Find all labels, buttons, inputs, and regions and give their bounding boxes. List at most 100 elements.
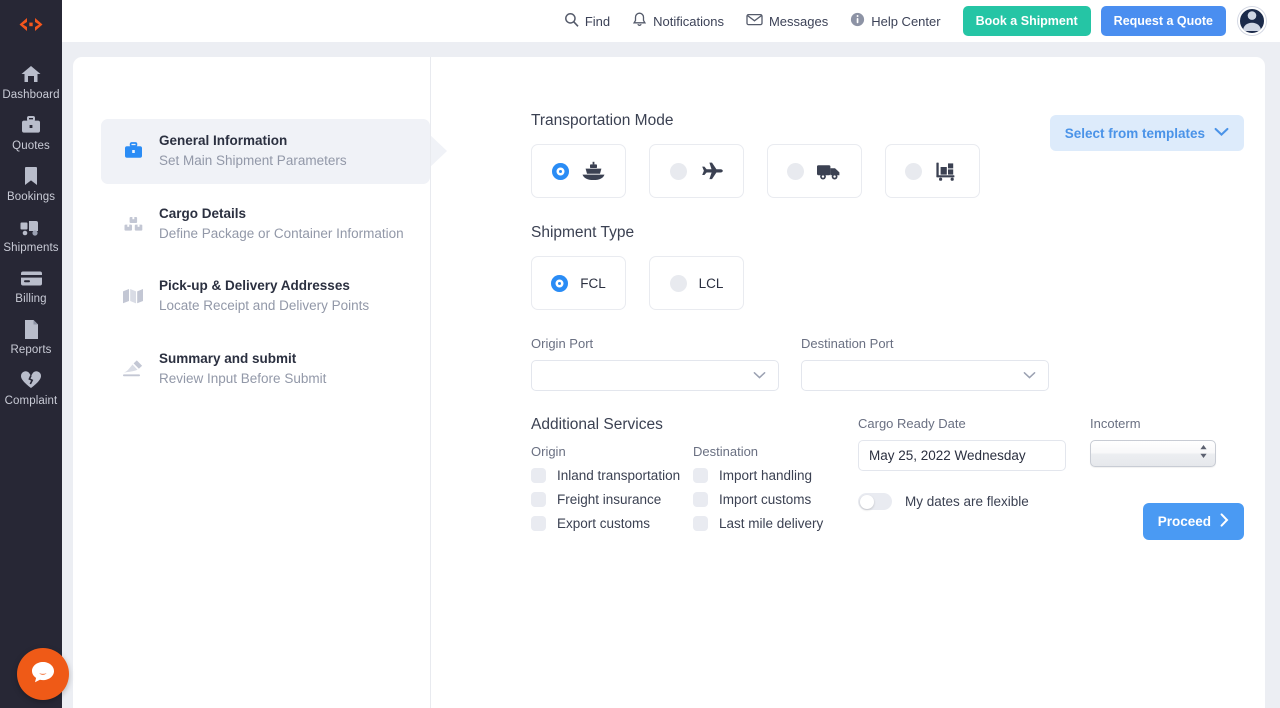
step-list: General Information Set Main Shipment Pa… [73,57,430,401]
content-card: General Information Set Main Shipment Pa… [73,57,1265,708]
topbar-link-label: Messages [768,13,829,29]
sidebar-item-billing[interactable]: Billing [0,260,62,311]
destination-port-select[interactable] [801,360,1049,391]
services-destination-heading: Destination [693,444,759,459]
checkbox[interactable] [531,492,546,507]
shipment-type-label: LCL [698,275,724,291]
destination-port-group: Destination Port [801,336,1049,391]
radio-sea[interactable] [551,162,569,180]
briefcase-icon [20,114,42,136]
app-logo[interactable] [16,10,46,38]
document-icon [23,318,40,340]
proceed-label: Proceed [1157,514,1211,529]
steps-pane: General Information Set Main Shipment Pa… [73,57,430,708]
radio-fcl[interactable] [551,274,569,292]
step-title: Cargo Details [159,205,247,221]
destination-port-label: Destination Port [801,336,894,351]
topbar-messages[interactable]: Messages [746,13,828,29]
chat-widget-button[interactable] [17,648,69,700]
shipment-type-fcl[interactable]: FCL [531,256,626,310]
service-freight-insurance[interactable]: Freight insurance [531,492,693,507]
ports-row: Origin Port Destination Port [531,336,1265,391]
checkbox[interactable] [531,516,546,531]
step-pickup-delivery-addresses[interactable]: Pick-up & Delivery Addresses Locate Rece… [101,264,430,329]
bell-icon [632,12,647,31]
cargo-ready-date-group: Cargo Ready Date My dates are flexible [858,416,1090,540]
sidebar-label: Quotes [12,140,50,152]
avatar[interactable] [1238,7,1266,35]
chat-bubble-icon [30,659,56,690]
service-label: Import customs [719,492,812,507]
updown-spinner-icon [1199,444,1208,464]
checkbox[interactable] [693,492,708,507]
service-last-mile-delivery[interactable]: Last mile delivery [693,516,855,531]
service-inland-transportation[interactable]: Inland transportation [531,468,693,483]
sidebar-item-shipments[interactable]: Shipments [0,209,62,260]
sidebar-label: Reports [10,344,52,356]
shipment-type-lcl[interactable]: LCL [649,256,744,310]
checkbox[interactable] [693,516,708,531]
flexible-dates-row: My dates are flexible [858,493,1090,510]
service-label: Freight insurance [557,492,662,507]
info-circle-icon [850,12,865,30]
step-cargo-details[interactable]: Cargo Details Define Package or Containe… [101,192,430,257]
sidebar-item-complaint[interactable]: Complaint [0,362,62,413]
checkbox[interactable] [693,468,708,483]
radio-lcl[interactable] [669,274,687,292]
radio-air[interactable] [669,162,687,180]
cargo-ready-date-input[interactable] [858,440,1066,471]
sidebar-label: Bookings [6,191,56,203]
sidebar-label: Dashboard [2,89,60,101]
transport-mode-sea[interactable] [531,144,626,198]
chevron-down-icon [1023,367,1036,385]
forklift-icon [19,216,43,238]
step-subtitle: Set Main Shipment Parameters [159,153,347,169]
search-icon [564,12,579,30]
service-import-customs[interactable]: Import customs [693,492,855,507]
book-shipment-button[interactable]: Book a Shipment [962,6,1091,36]
briefcase-icon [121,142,145,160]
flexible-dates-toggle[interactable] [858,493,892,510]
topbar-find[interactable]: Find [564,12,610,30]
sidebar-item-quotes[interactable]: Quotes [0,107,62,158]
sidebar-label: Shipments [3,242,59,254]
incoterm-select[interactable] [1090,440,1216,467]
step-subtitle: Define Package or Container Information [159,225,404,241]
incoterm-label: Incoterm [1090,416,1141,431]
step-subtitle: Locate Receipt and Delivery Points [159,298,370,314]
transportation-mode-title: Transportation Mode [531,112,674,129]
step-summary-and-submit[interactable]: Summary and submit Review Input Before S… [101,337,430,402]
boxes-icon [121,215,145,233]
transport-mode-air[interactable] [649,144,744,198]
origin-port-select[interactable] [531,360,779,391]
sidebar-item-dashboard[interactable]: Dashboard [0,56,62,107]
transport-mode-multimodal[interactable] [885,144,980,198]
origin-port-label: Origin Port [531,336,594,351]
step-title: Summary and submit [159,350,297,366]
service-import-handling[interactable]: Import handling [693,468,855,483]
step-subtitle: Review Input Before Submit [159,370,327,386]
topbar: Find Notifications Messages Help Center … [62,0,1280,42]
sidebar-item-bookings[interactable]: Bookings [0,158,62,209]
request-quote-button[interactable]: Request a Quote [1100,6,1226,36]
home-icon [20,63,42,85]
transport-mode-road[interactable] [767,144,862,198]
service-label: Last mile delivery [719,516,824,531]
flexible-dates-label: My dates are flexible [905,494,1029,509]
service-export-customs[interactable]: Export customs [531,516,693,531]
additional-services-block: Additional Services Origin Inland transp… [531,416,855,540]
form-pane: Select from templates Transportation Mod… [431,57,1265,708]
topbar-notifications[interactable]: Notifications [632,12,724,31]
checkbox[interactable] [531,468,546,483]
shipment-type-title: Shipment Type [531,224,635,241]
service-label: Inland transportation [557,468,681,483]
proceed-button[interactable]: Proceed [1142,503,1244,540]
radio-multimodal[interactable] [905,162,922,180]
chevron-down-icon [753,367,766,385]
sidebar-item-reports[interactable]: Reports [0,311,62,362]
topbar-help-center[interactable]: Help Center [850,12,941,30]
plane-icon [699,161,724,181]
step-general-information[interactable]: General Information Set Main Shipment Pa… [101,119,430,184]
broken-heart-icon [20,369,42,391]
radio-road[interactable] [787,162,804,180]
